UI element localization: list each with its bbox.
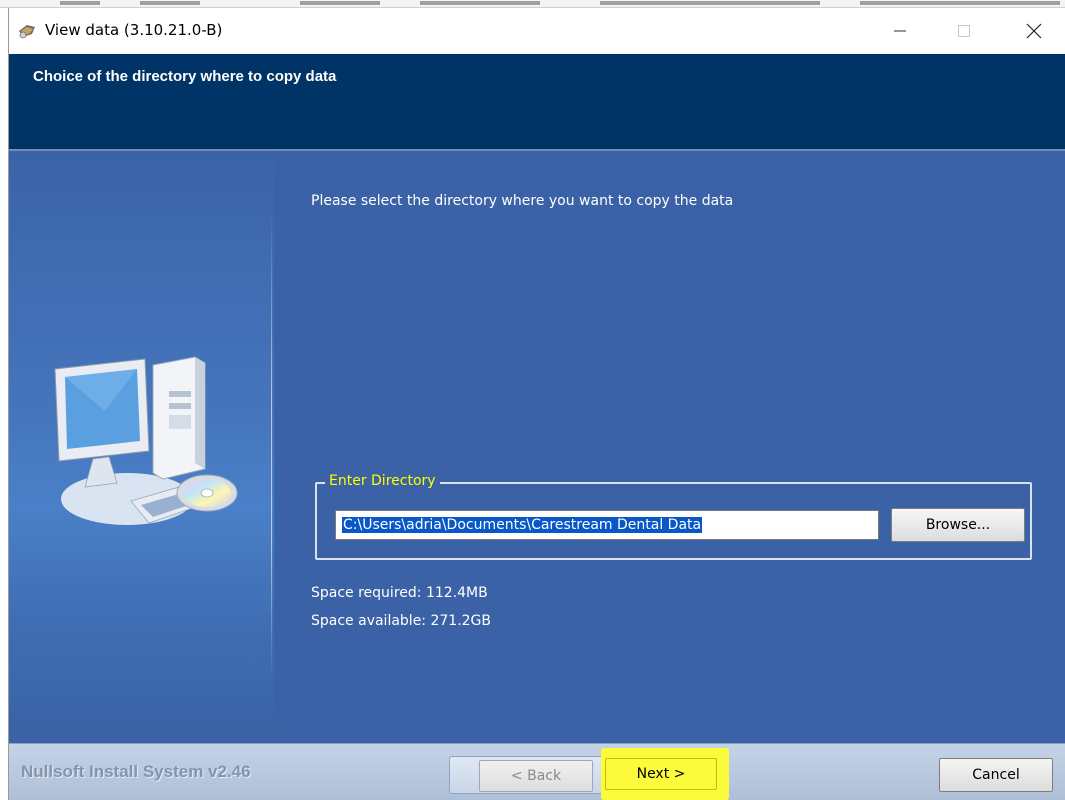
page-title: Choice of the directory where to copy da… <box>33 68 337 85</box>
background-toolbar-glyph <box>140 1 200 5</box>
directory-input[interactable]: C:\Users\adria\Documents\Carestream Dent… <box>335 510 879 540</box>
next-button[interactable]: Next > <box>605 758 717 790</box>
group-legend: Enter Directory <box>325 473 440 489</box>
background-app-strip <box>0 0 1065 8</box>
footer-bar: Nullsoft Install System v2.46 < Back Nex… <box>9 743 1065 800</box>
vertical-divider <box>271 211 272 681</box>
maximize-icon <box>958 25 970 37</box>
close-icon <box>1026 23 1042 39</box>
header-banner: Choice of the directory where to copy da… <box>9 54 1065 151</box>
background-toolbar-glyph <box>60 1 100 5</box>
installer-window: View data (3.10.21.0-B) Choice of the di… <box>8 8 1065 800</box>
enter-directory-group: Enter Directory C:\Users\adria\Documents… <box>315 473 1032 560</box>
cancel-button[interactable]: Cancel <box>939 758 1053 792</box>
background-toolbar-glyph <box>420 1 540 5</box>
background-toolbar-glyph <box>860 1 1060 5</box>
close-button[interactable] <box>1011 8 1057 54</box>
background-toolbar-glyph <box>300 1 380 5</box>
space-available-text: Space available: 271.2GB <box>311 613 492 629</box>
browse-button[interactable]: Browse... <box>891 508 1025 542</box>
minimize-button[interactable] <box>877 8 923 54</box>
background-toolbar-glyph <box>600 1 820 5</box>
nsis-installer-icon <box>19 25 35 39</box>
main-panel: Please select the directory where you wa… <box>9 151 1065 743</box>
window-title: View data (3.10.21.0-B) <box>45 21 223 39</box>
minimize-icon <box>894 30 906 32</box>
back-button[interactable]: < Back <box>479 760 593 792</box>
installer-brand: Nullsoft Install System v2.46 <box>21 762 251 781</box>
directory-path-value: C:\Users\adria\Documents\Carestream Dent… <box>342 517 703 533</box>
computer-with-cd-icon <box>54 356 238 525</box>
instruction-text: Please select the directory where you wa… <box>311 193 734 209</box>
maximize-button[interactable] <box>941 8 987 54</box>
space-required-text: Space required: 112.4MB <box>311 585 488 601</box>
title-bar[interactable]: View data (3.10.21.0-B) <box>9 8 1065 54</box>
